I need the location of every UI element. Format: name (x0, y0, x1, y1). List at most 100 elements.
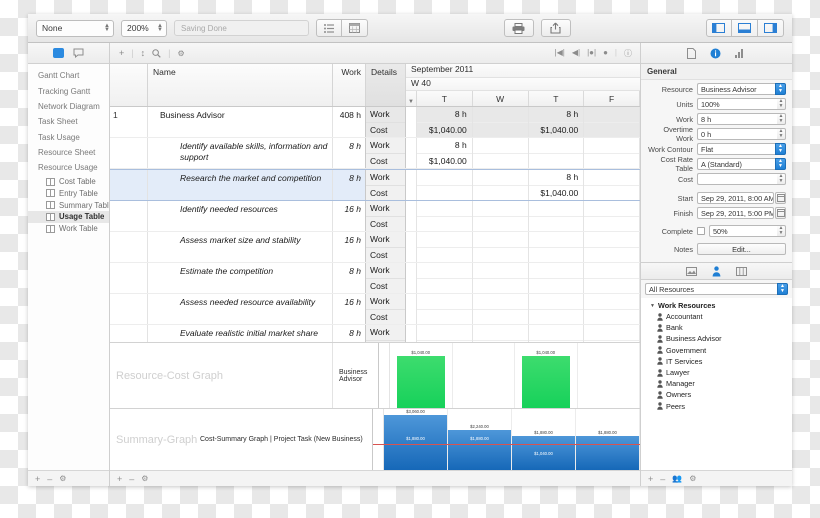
timephased-work-value[interactable] (473, 170, 528, 185)
sidebar-item-cost-table[interactable]: Cost Table (28, 176, 109, 188)
timephased-cost-value[interactable] (417, 278, 472, 293)
timephased-work-value[interactable] (584, 107, 639, 122)
table-row[interactable]: Identify needed resources 16 h Work Cost (110, 201, 640, 232)
add-row-button[interactable]: + (119, 48, 124, 58)
timephased-work-value[interactable] (473, 201, 528, 216)
timephased-work-value[interactable] (584, 325, 639, 340)
resource-list-item[interactable]: Lawyer (641, 367, 792, 378)
zoom-icon[interactable]: ● (603, 48, 608, 59)
timephased-cost-value[interactable]: $1,040.00 (528, 185, 584, 200)
timephased-work-value[interactable] (473, 232, 528, 247)
go-prev-icon[interactable]: ◀| (572, 48, 580, 59)
comment-icon[interactable] (73, 48, 84, 58)
timephased-work-value[interactable] (472, 107, 528, 122)
stepper-icon[interactable]: ▲ ▼ (777, 173, 786, 185)
row-name-cell[interactable]: Assess market size and stability (148, 232, 333, 262)
indent-icon[interactable]: ↕ (141, 48, 146, 58)
search-icon[interactable] (152, 48, 161, 58)
timephased-work-value[interactable]: 8 h (528, 107, 584, 122)
info-icon[interactable] (710, 48, 721, 59)
timephased-work-value[interactable] (584, 170, 639, 185)
add-resource-button[interactable]: + (648, 474, 653, 484)
column-header-details[interactable]: Details (366, 64, 406, 106)
timephased-cost-value[interactable] (472, 278, 528, 293)
column-header-id[interactable] (110, 64, 148, 106)
timephased-cost-value[interactable] (417, 309, 472, 324)
inspector-field-value[interactable]: Flat (697, 143, 775, 155)
timephased-cost-value[interactable] (472, 309, 528, 324)
row-name-cell[interactable]: Identify needed resources (148, 201, 333, 231)
timephased-work-value[interactable] (529, 232, 584, 247)
row-name-cell[interactable]: Estimate the competition (148, 263, 333, 293)
table-row[interactable]: 1 Business Advisor 408 h Work Cost 8 h $1,040.… (110, 107, 640, 138)
inspector-field-value[interactable]: 0 h (697, 128, 777, 140)
zoom-dropdown[interactable]: 200% ▲ ▼ (121, 19, 167, 37)
sidebar-item-work-table[interactable]: Work Table (28, 223, 109, 235)
remove-resource-button[interactable]: – (660, 474, 665, 484)
table-row[interactable]: Evaluate realistic initial market share 8… (110, 325, 640, 342)
timephased-cost-value[interactable] (584, 185, 639, 200)
sidebar-item-summary-table[interactable]: Summary Table (28, 199, 109, 211)
filter-dropdown[interactable]: None ▲ ▼ (36, 19, 114, 37)
info-icon[interactable]: ⓘ (624, 48, 632, 59)
resource-list-item[interactable]: Bank (641, 322, 792, 333)
column-header-name[interactable]: Name (148, 64, 333, 106)
calendar-icon[interactable] (342, 19, 369, 37)
timephased-cost-value[interactable] (417, 185, 472, 200)
timephased-cost-value[interactable] (584, 122, 639, 137)
summary-cost-bar[interactable]: $1,880.00 (576, 430, 639, 470)
timephased-work-value[interactable] (584, 263, 639, 278)
cost-bar[interactable]: $1,040.00 (396, 350, 445, 408)
inspector-field-value[interactable]: A (Standard) (697, 158, 775, 170)
resource-list-item[interactable]: IT Services (641, 356, 792, 367)
timephased-work-value[interactable] (529, 263, 584, 278)
timephased-work-value[interactable] (584, 294, 639, 309)
timephased-cost-value[interactable] (417, 247, 472, 262)
sidebar-item-tracking-gantt[interactable]: Tracking Gantt (28, 83, 109, 98)
notes-edit-button[interactable]: Edit... (697, 243, 786, 255)
calendar-picker-icon[interactable] (775, 207, 786, 219)
gear-icon[interactable]: ⚙ (177, 49, 184, 58)
resource-list-item[interactable]: Business Advisor (641, 333, 792, 344)
chevron-updown-icon[interactable]: ▲ ▼ (775, 83, 786, 95)
sidebar-item-task-sheet[interactable]: Task Sheet (28, 114, 109, 129)
row-name-cell[interactable]: Assess needed resource availability (148, 294, 333, 324)
timephased-work-value[interactable] (529, 201, 584, 216)
timephased-work-value[interactable] (417, 201, 472, 216)
sidebar-item-entry-table[interactable]: Entry Table (28, 187, 109, 199)
stepper-icon[interactable]: ▲ ▼ (777, 128, 786, 140)
timephased-work-value[interactable] (529, 325, 584, 340)
gear-icon[interactable]: ⚙ (689, 474, 696, 483)
sidebar-item-network-diagram[interactable]: Network Diagram (28, 99, 109, 114)
summary-cost-bar[interactable]: $2,240.00 $1,880.00 (448, 424, 511, 470)
timephased-work-value[interactable]: 8 h (529, 170, 584, 185)
inspector-field-value[interactable]: 100% (697, 98, 777, 110)
go-center-icon[interactable]: |●| (587, 48, 596, 59)
summary-cost-bar[interactable]: $3,060.00 $1,880.00 (384, 409, 447, 470)
timephased-work-value[interactable] (417, 232, 472, 247)
timephased-work-value[interactable] (584, 232, 639, 247)
settings-gear-icon[interactable]: ⚙ (59, 474, 66, 483)
timephased-work-value[interactable] (417, 294, 472, 309)
remove-view-button[interactable]: – (47, 474, 52, 484)
columns-icon[interactable] (736, 266, 747, 276)
sidebar-item-resource-sheet[interactable]: Resource Sheet (28, 145, 109, 160)
chevron-updown-icon[interactable]: ▲ ▼ (775, 143, 786, 155)
inspector-field-value[interactable]: Sep 29, 2011, 5:00 PM (697, 207, 774, 219)
disclosure-triangle-icon[interactable]: ▼ (650, 303, 655, 309)
gear-icon[interactable]: ⚙ (141, 474, 148, 483)
timephased-work-value[interactable]: 8 h (417, 107, 472, 122)
inspector-field-value[interactable]: Business Advisor (697, 83, 775, 95)
resource-list-item[interactable]: Owners (641, 389, 792, 400)
stepper-icon[interactable]: ▲ ▼ (777, 98, 786, 110)
summary-cost-bar[interactable]: $1,880.00 $1,040.00 (512, 430, 575, 470)
document-icon[interactable] (687, 47, 696, 59)
timephased-work-value[interactable] (529, 138, 584, 153)
cost-bar[interactable]: $1,040.00 (521, 350, 570, 408)
timephased-work-value[interactable] (473, 294, 528, 309)
timephased-work-value[interactable] (473, 263, 528, 278)
complete-checkbox[interactable] (697, 227, 705, 235)
list-icon[interactable] (316, 19, 343, 37)
timephased-cost-value[interactable] (528, 153, 584, 168)
stepper-icon[interactable]: ▲ ▼ (777, 113, 786, 125)
